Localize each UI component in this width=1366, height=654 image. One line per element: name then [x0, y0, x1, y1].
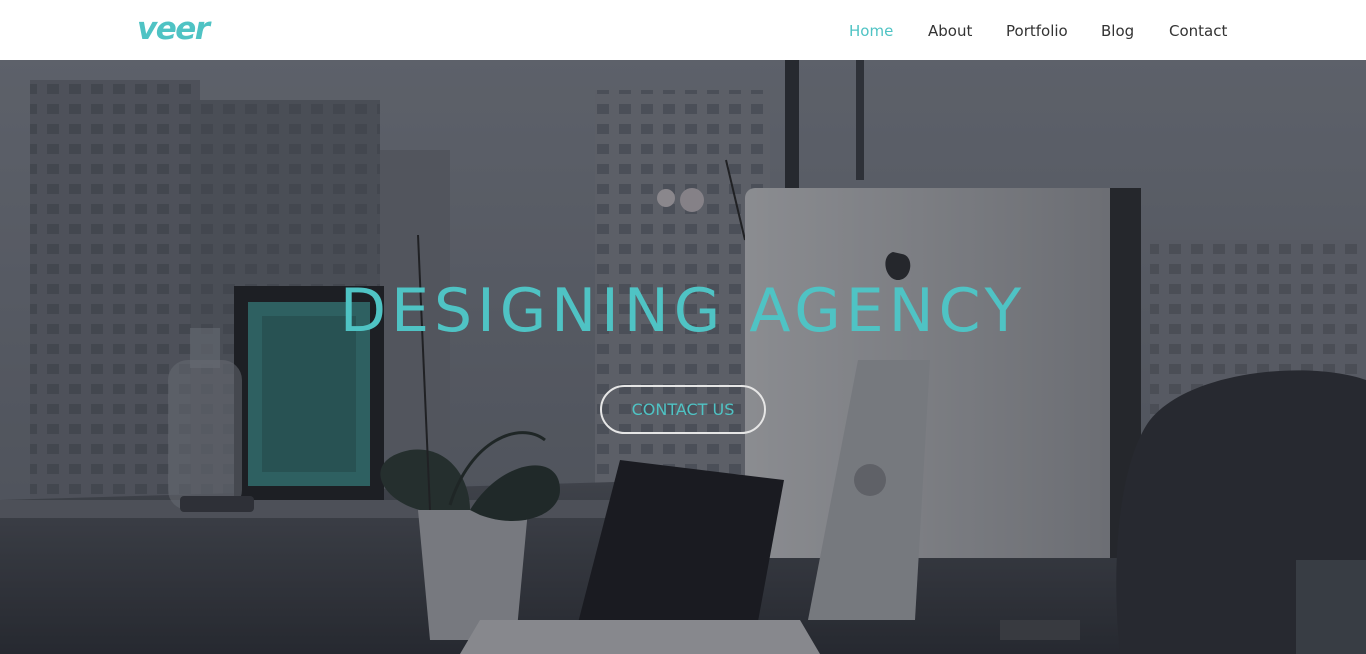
hero-overlay: [0, 60, 1366, 654]
nav-item-blog[interactable]: Blog: [1101, 20, 1134, 42]
nav-item-home[interactable]: Home: [849, 20, 893, 42]
hero-title: DESIGNING AGENCY: [339, 276, 1027, 346]
main-nav: Home About Portfolio Blog Contact: [0, 20, 1366, 42]
nav-item-portfolio[interactable]: Portfolio: [1006, 20, 1068, 42]
nav-item-contact[interactable]: Contact: [1169, 20, 1227, 42]
nav-item-about[interactable]: About: [928, 20, 972, 42]
hero-section: DESIGNING AGENCY CONTACT US: [0, 60, 1366, 654]
navbar: veer Home About Portfolio Blog Contact: [0, 0, 1366, 60]
contact-us-button[interactable]: CONTACT US: [600, 385, 766, 434]
